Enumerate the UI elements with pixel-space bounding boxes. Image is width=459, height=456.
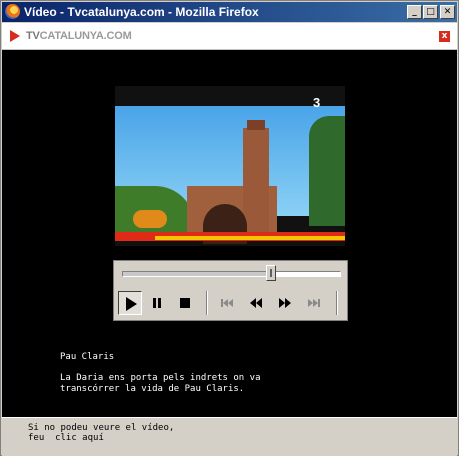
player-controls <box>113 260 348 321</box>
pause-button[interactable] <box>145 291 169 315</box>
minimize-button[interactable]: _ <box>407 5 422 19</box>
brand-name: TVCATALUNYA.COM <box>26 30 132 42</box>
help-footer: Si no podeu veure el vídeo, feu clic aqu… <box>2 417 457 456</box>
play-button[interactable] <box>118 291 142 315</box>
maximize-button[interactable]: □ <box>423 5 438 19</box>
rewind-button[interactable] <box>244 291 268 315</box>
video-description-line-2: transcórrer la vida de Pau Claris. <box>60 384 245 394</box>
brand-prefix: TV <box>26 30 40 42</box>
lower-third-strip <box>155 236 345 240</box>
close-popup-button[interactable]: x <box>439 31 450 42</box>
stop-button[interactable] <box>173 291 197 315</box>
pause-icon <box>153 298 161 308</box>
window-title: Vídeo - Tvcatalunya.com - Mozilla Firefo… <box>24 5 259 19</box>
browser-window: Vídeo - Tvcatalunya.com - Mozilla Firefo… <box>0 0 459 456</box>
help-link[interactable]: feu clic aquí <box>28 433 174 443</box>
channel-logo: 3 <box>313 95 321 110</box>
controls-divider-end <box>336 291 338 315</box>
video-bell-tower <box>243 128 269 236</box>
brand-bar: TVCATALUNYA.COM x <box>2 23 457 50</box>
controls-divider <box>206 291 208 315</box>
fast-forward-icon <box>279 298 291 308</box>
video-trees <box>309 116 345 226</box>
seek-progress <box>123 272 271 276</box>
skip-back-button[interactable] <box>215 291 239 315</box>
rewind-icon <box>250 298 262 308</box>
stop-icon <box>180 298 190 308</box>
play-icon <box>126 297 137 311</box>
seek-bar[interactable] <box>122 265 341 281</box>
video-tower-top <box>247 120 265 130</box>
firefox-icon <box>5 4 20 19</box>
skip-back-icon <box>221 299 233 307</box>
player-area: 3 Pau Claris La Daria ens porta pels ind… <box>2 50 457 417</box>
video-description-line-1: La Daria ens porta pels indrets on va <box>60 373 261 383</box>
brand-suffix: CATALUNYA.COM <box>39 30 132 42</box>
video-description: Pau Claris La Daria ens porta pels indre… <box>60 352 360 395</box>
video-title: Pau Claris <box>60 352 115 362</box>
close-window-button[interactable]: ✕ <box>440 5 455 19</box>
video-frame[interactable]: 3 <box>115 86 345 246</box>
program-logo <box>133 210 167 228</box>
skip-forward-icon <box>308 299 320 307</box>
title-bar[interactable]: Vídeo - Tvcatalunya.com - Mozilla Firefo… <box>2 2 457 22</box>
help-line-1: Si no podeu veure el vídeo, <box>28 423 175 433</box>
skip-forward-button[interactable] <box>302 291 326 315</box>
seek-handle[interactable] <box>265 265 276 281</box>
fast-forward-button[interactable] <box>273 291 297 315</box>
tvcatalunya-logo-icon <box>10 30 20 42</box>
help-message[interactable]: Si no podeu veure el vídeo, feu clic aqu… <box>28 423 174 443</box>
